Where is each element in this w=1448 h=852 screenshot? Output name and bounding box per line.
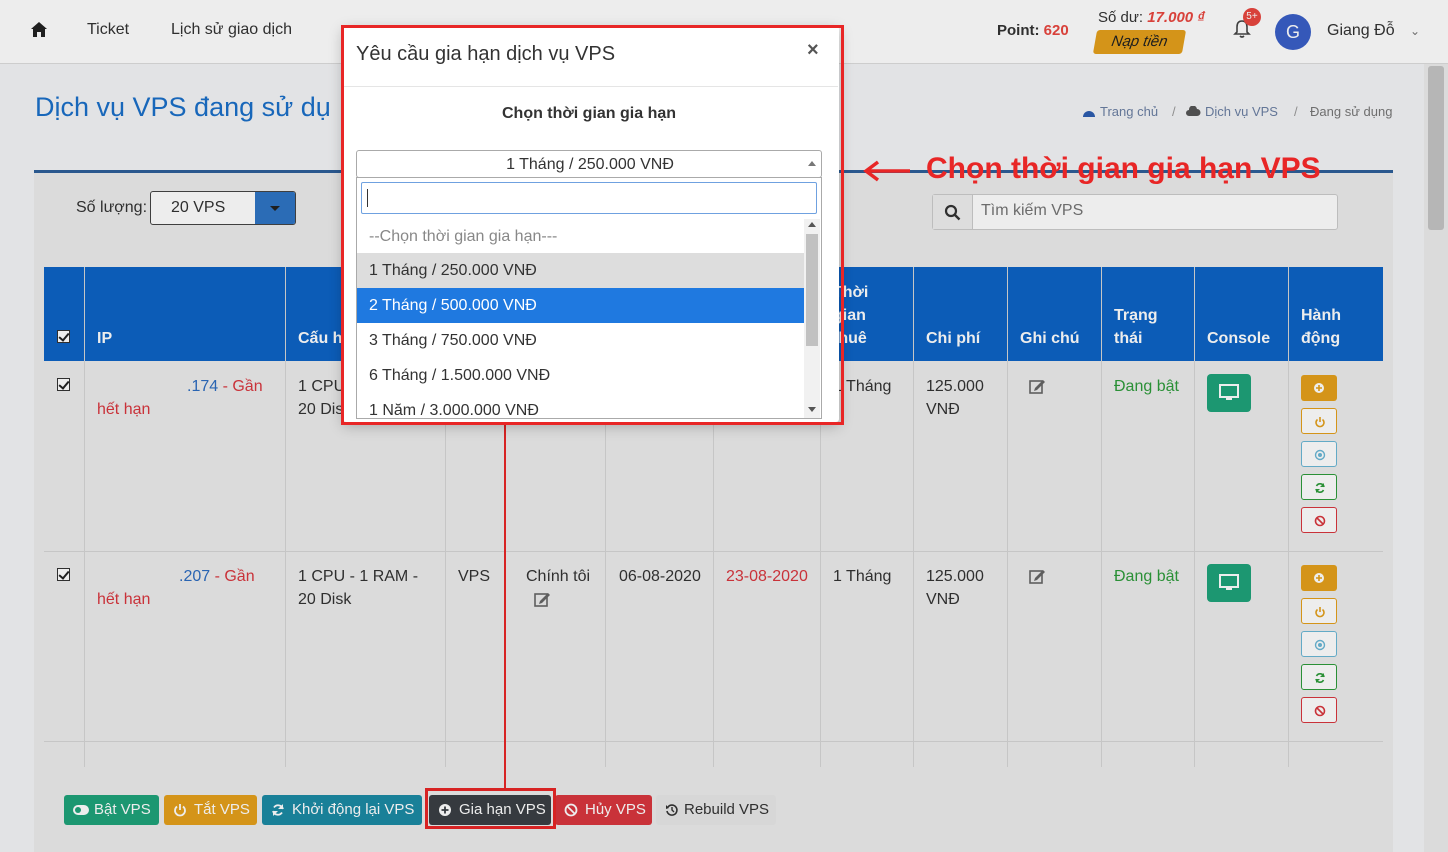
page: Ticket Lịch sử giao dịch Point: 620 Số d… [0, 0, 1448, 852]
modal-highlight-box [341, 25, 844, 425]
annotation-arrow-icon [863, 160, 910, 182]
annotation-text: Chọn thời gian gia hạn VPS [926, 152, 1321, 185]
